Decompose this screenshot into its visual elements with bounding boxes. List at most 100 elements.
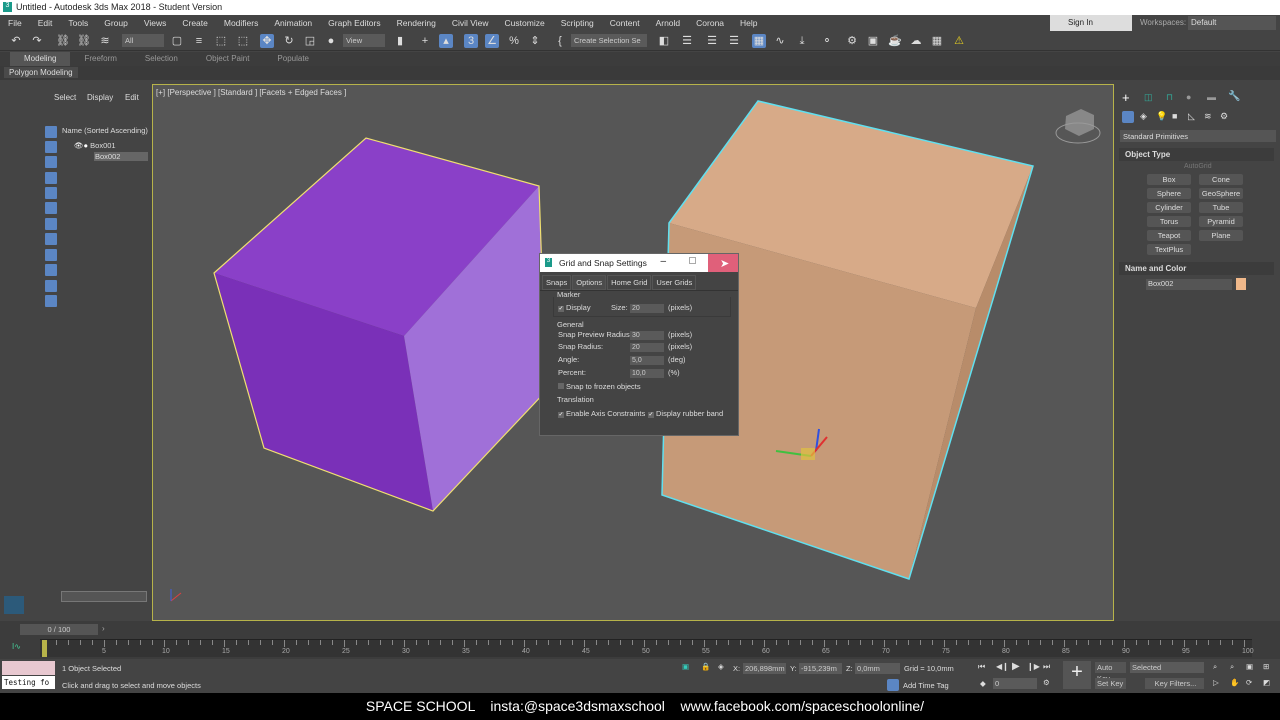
minimize-icon[interactable]: – (660, 256, 666, 267)
rotate-icon[interactable]: ↻ (282, 34, 296, 48)
object-name-field[interactable]: Box002 (1146, 279, 1232, 290)
z-coordinate-field[interactable]: 0,0mm (855, 663, 900, 674)
filter-spacewarps-icon[interactable] (45, 202, 57, 214)
teapot-button[interactable]: Teapot (1147, 230, 1191, 241)
tab-options[interactable]: Options (572, 275, 607, 290)
add-time-tag[interactable]: Add Time Tag (903, 681, 949, 690)
menu-create[interactable]: Create (174, 18, 216, 28)
maximize-viewport-icon[interactable]: ◩ (1263, 678, 1270, 687)
time-tag-icon[interactable] (887, 679, 899, 691)
sphere-button[interactable]: Sphere (1147, 188, 1191, 199)
dialog-title-bar[interactable]: 3 Grid and Snap Settings – (540, 254, 738, 272)
menu-civil-view[interactable]: Civil View (444, 18, 497, 28)
toggle-ribbon-icon[interactable]: ▦ (752, 34, 766, 48)
angle-spinner[interactable]: 5,0 (630, 356, 664, 365)
curve-editor-mini-icon[interactable]: I∿ (12, 642, 21, 651)
layer-explorer-icon[interactable]: ☰ (727, 34, 741, 48)
snap-preview-radius-spinner[interactable]: 30 (630, 331, 664, 340)
filter-groups-icon[interactable] (45, 218, 57, 230)
isolate-selection-icon[interactable]: ▣ (682, 662, 689, 671)
workspace-dropdown[interactable]: Default (1188, 16, 1276, 30)
zoom-extents-icon[interactable]: ▣ (1246, 662, 1253, 671)
maxscript-listener-input[interactable]: Testing fo (2, 676, 55, 689)
menu-rendering[interactable]: Rendering (389, 18, 444, 28)
create-tab-icon[interactable]: + (1122, 90, 1130, 105)
mirror-icon[interactable]: ◧ (657, 34, 671, 48)
key-filters-button[interactable]: Key Filters... (1145, 678, 1204, 689)
set-key-button[interactable]: Set Key (1095, 678, 1126, 689)
go-to-start-icon[interactable]: ⏮ (978, 662, 985, 672)
scene-explorer-icon[interactable]: ☰ (705, 34, 719, 48)
filter-cameras-icon[interactable] (45, 172, 57, 184)
filter-containers-icon[interactable] (45, 264, 57, 276)
play-icon[interactable]: ▶ (1012, 661, 1020, 672)
plane-button[interactable]: Plane (1199, 230, 1243, 241)
auto-key-button[interactable]: Auto Key (1095, 662, 1126, 683)
menu-content[interactable]: Content (602, 18, 648, 28)
display-tab-icon[interactable]: ▬ (1207, 92, 1216, 102)
rect-selection-icon[interactable]: ⬚ (214, 34, 228, 48)
menu-edit[interactable]: Edit (30, 18, 61, 28)
schematic-view-icon[interactable]: ⤓ (795, 34, 809, 48)
geosphere-button[interactable]: GeoSphere (1199, 188, 1243, 199)
next-frame-icon[interactable]: ❙▶ (1027, 662, 1040, 671)
selection-filter-dropdown[interactable]: All (122, 34, 164, 47)
polygon-modeling-panel[interactable]: Polygon Modeling (4, 67, 78, 78)
go-to-end-icon[interactable]: ⏭ (1043, 662, 1050, 672)
name-and-color-rollout[interactable]: Name and Color (1119, 262, 1274, 275)
viewport-label[interactable]: [+] [Perspective ] [Standard ] [Facets +… (156, 88, 346, 97)
time-config-icon[interactable]: ⚙ (1043, 678, 1050, 687)
ribbon-tab-object-paint[interactable]: Object Paint (192, 52, 264, 66)
helpers-icon[interactable]: ◺ (1188, 111, 1195, 122)
object-type-rollout[interactable]: Object Type (1119, 148, 1274, 161)
scale-icon[interactable]: ◲ (303, 34, 317, 48)
cone-button[interactable]: Cone (1199, 174, 1243, 185)
render-cloud-icon[interactable]: ☁ (909, 34, 923, 48)
lights-icon[interactable]: 💡 (1156, 111, 1167, 122)
explorer-tab-edit[interactable]: Edit (125, 93, 139, 102)
keyboard-shortcut-icon[interactable]: ▴ (439, 34, 453, 48)
maximize-icon[interactable] (689, 257, 696, 264)
cameras-icon[interactable]: ■ (1172, 111, 1177, 121)
hierarchy-tab-icon[interactable]: ⊓ (1166, 92, 1173, 103)
select-object-icon[interactable]: ▢ (170, 34, 184, 48)
move-icon[interactable]: ✥ (260, 34, 274, 48)
menu-tools[interactable]: Tools (60, 18, 96, 28)
menu-customize[interactable]: Customize (497, 18, 553, 28)
tab-home-grid[interactable]: Home Grid (607, 275, 652, 290)
set-key-big-icon[interactable]: + (1063, 661, 1091, 689)
angle-snap-icon[interactable]: ∠ (485, 34, 499, 48)
menu-scripting[interactable]: Scripting (553, 18, 602, 28)
ribbon-tab-modeling[interactable]: Modeling (10, 52, 71, 66)
explorer-horizontal-scrollbar[interactable] (61, 591, 147, 602)
render-production-icon[interactable]: ☕ (888, 34, 902, 48)
key-mode-dropdown[interactable]: Selected (1130, 662, 1204, 673)
placement-icon[interactable]: ● (324, 34, 338, 48)
menu-animation[interactable]: Animation (266, 18, 320, 28)
menu-graph-editors[interactable]: Graph Editors (320, 18, 388, 28)
ribbon-tab-selection[interactable]: Selection (131, 52, 192, 66)
pivot-icon[interactable]: ▮ (393, 34, 407, 48)
pan-icon[interactable]: ✋ (1230, 678, 1239, 687)
geometry-icon[interactable] (1122, 111, 1134, 123)
selection-set-dropdown[interactable]: Create Selection Se (571, 34, 647, 47)
scene-item-box001[interactable]: 👁● Box001 (44, 135, 150, 150)
filter-helpers-icon[interactable] (45, 187, 57, 199)
current-frame-field[interactable]: 0 (993, 678, 1037, 689)
explorer-tab-display[interactable]: Display (87, 93, 113, 102)
menu-arnold[interactable]: Arnold (648, 18, 689, 28)
menu-help[interactable]: Help (732, 18, 765, 28)
orbit-icon[interactable]: ⟳ (1246, 678, 1252, 687)
scene-item-box002[interactable]: Box002 (94, 152, 148, 161)
material-editor-icon[interactable]: ⚬ (820, 34, 834, 48)
ribbon-tab-freeform[interactable]: Freeform (70, 52, 130, 66)
rendered-frame-icon[interactable]: ▣ (866, 34, 880, 48)
menu-corona[interactable]: Corona (688, 18, 732, 28)
time-slider[interactable]: 0 / 100 (20, 624, 98, 635)
systems-icon[interactable]: ⚙ (1220, 111, 1228, 122)
percent-spinner[interactable]: 10,0 (630, 369, 664, 378)
link-icon[interactable]: ⛓ (56, 34, 70, 48)
warning-icon[interactable]: ⚠ (952, 34, 966, 48)
render-setup-icon[interactable]: ⚙ (845, 34, 859, 48)
tube-button[interactable]: Tube (1199, 202, 1243, 213)
